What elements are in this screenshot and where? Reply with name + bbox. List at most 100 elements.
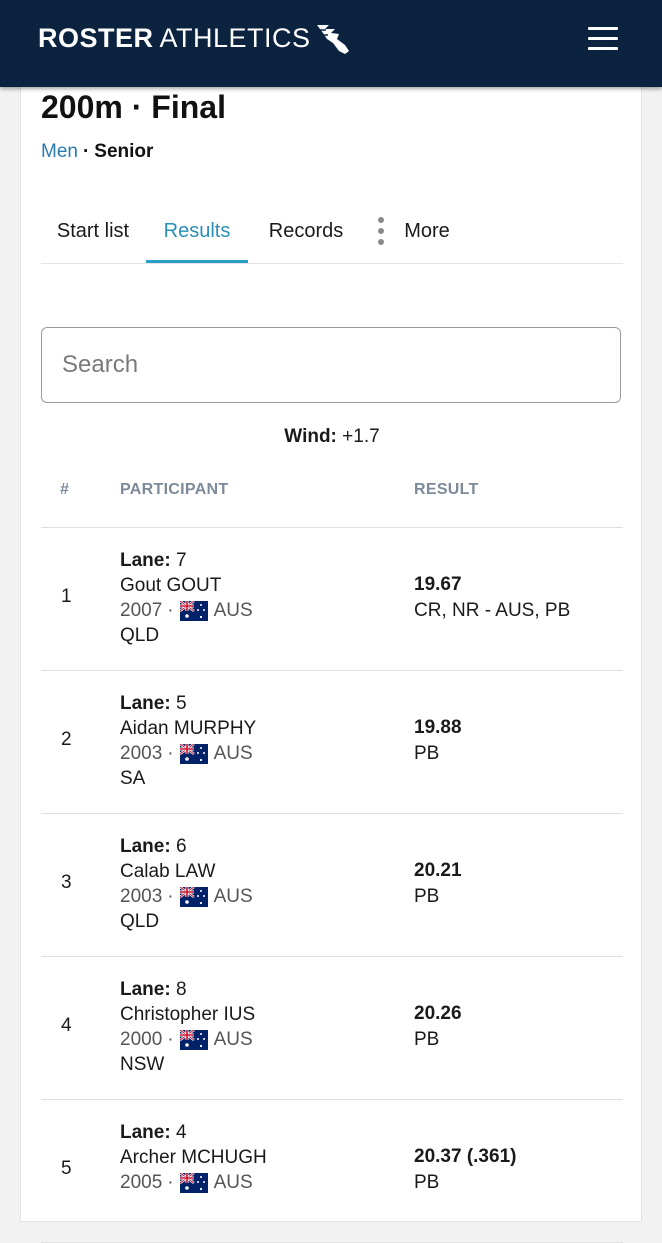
- athlete-meta: 2005 · AUS: [120, 1170, 267, 1195]
- athlete-state: SA: [120, 768, 146, 789]
- results-table-header: # PARTICIPANT RESULT: [41, 461, 623, 528]
- country-code: AUS: [213, 1172, 253, 1193]
- participant-cell: Lane: 6 Calab LAW 2003 · AUS QLD: [120, 834, 253, 934]
- athlete-name[interactable]: Gout GOUT: [120, 573, 253, 598]
- meta-separator: ·: [167, 600, 174, 621]
- meta-separator: ·: [167, 1172, 174, 1193]
- hamburger-menu-icon[interactable]: [586, 24, 622, 54]
- rank-number: 2: [61, 729, 72, 750]
- wind-label: Wind:: [284, 426, 337, 447]
- lane-info: Lane: 6: [120, 834, 253, 859]
- rank-number: 1: [61, 586, 72, 607]
- table-row[interactable]: 3 Lane: 6 Calab LAW 2003 · AUS QLD 20.21…: [41, 814, 623, 957]
- column-header-rank: #: [60, 481, 70, 498]
- meta-separator: ·: [167, 886, 174, 907]
- event-tabs: Start list Results Records More: [41, 203, 623, 264]
- results-card: 200m · Final Men · Senior Start list Resul…: [20, 60, 642, 1243]
- lane-label: Lane:: [120, 979, 171, 1000]
- lane-number: 4: [175, 1122, 187, 1143]
- lane-label: Lane:: [120, 836, 171, 857]
- athlete-meta: 2003 · AUS: [120, 884, 253, 909]
- result-time: 19.67: [414, 574, 462, 595]
- participant-cell: Lane: 8 Christopher IUS 2000 · AUS NSW: [120, 977, 255, 1077]
- australia-flag-icon: [179, 886, 208, 907]
- lane-label: Lane:: [120, 1122, 171, 1143]
- birth-year: 2003: [120, 886, 163, 907]
- search-input[interactable]: [41, 327, 621, 403]
- brand-name-light: ATHLETICS: [159, 22, 311, 53]
- country-code: AUS: [213, 743, 253, 764]
- country-code: AUS: [213, 1029, 253, 1050]
- tab-start-list[interactable]: Start list: [41, 203, 145, 261]
- participant-cell: Lane: 4 Archer MCHUGH 2005 · AUS: [120, 1120, 267, 1195]
- athlete-name[interactable]: Calab LAW: [120, 859, 253, 884]
- tab-more[interactable]: More: [397, 203, 457, 261]
- event-subtitle: Men · Senior: [41, 141, 153, 163]
- athlete-name[interactable]: Aidan MURPHY: [120, 716, 256, 741]
- table-row[interactable]: 2 Lane: 5 Aidan MURPHY 2003 · AUS SA 19.…: [41, 671, 623, 814]
- lane-info: Lane: 8: [120, 977, 255, 1002]
- result-notes: PB: [414, 886, 440, 907]
- country-code: AUS: [213, 600, 253, 621]
- meta-separator: ·: [167, 743, 174, 764]
- rank-number: 4: [61, 1015, 72, 1036]
- athlete-state: QLD: [120, 625, 160, 646]
- country-code: AUS: [213, 886, 253, 907]
- lane-info: Lane: 5: [120, 691, 256, 716]
- column-header-participant: PARTICIPANT: [120, 481, 229, 498]
- lane-label: Lane:: [120, 550, 171, 571]
- athlete-meta: 2007 · AUS: [120, 598, 253, 623]
- lane-number: 7: [175, 550, 187, 571]
- top-navigation-bar: ROSTER ATHLETICS: [0, 0, 662, 87]
- gender-link[interactable]: Men: [41, 141, 78, 162]
- brand-name-bold: ROSTER: [38, 22, 154, 53]
- athlete-state: QLD: [120, 911, 160, 932]
- birth-year: 2005: [120, 1172, 163, 1193]
- wind-value: +1.7: [342, 426, 380, 447]
- result-cell: 20.21 PB: [414, 858, 462, 910]
- result-cell: 19.67 CR, NR - AUS, PB: [414, 572, 570, 624]
- page-title: 200m · Final: [41, 89, 226, 125]
- result-cell: 19.88 PB: [414, 715, 462, 767]
- lane-number: 8: [175, 979, 187, 1000]
- result-notes: CR, NR - AUS, PB: [414, 600, 571, 621]
- lane-number: 5: [175, 693, 187, 714]
- result-notes: PB: [414, 1172, 440, 1193]
- birth-year: 2000: [120, 1029, 163, 1050]
- lane-info: Lane: 4: [120, 1120, 267, 1145]
- athlete-name[interactable]: Christopher IUS: [120, 1002, 255, 1027]
- lane-label: Lane:: [120, 693, 171, 714]
- athlete-state: NSW: [120, 1054, 165, 1075]
- australia-flag-icon: [179, 743, 208, 764]
- birth-year: 2007: [120, 600, 163, 621]
- result-notes: PB: [414, 743, 440, 764]
- athlete-name[interactable]: Archer MCHUGH: [120, 1145, 267, 1170]
- result-time: 20.26: [414, 1003, 462, 1024]
- age-category: Senior: [94, 141, 154, 162]
- lane-number: 6: [175, 836, 187, 857]
- table-row[interactable]: 4 Lane: 8 Christopher IUS 2000 · AUS NSW…: [41, 957, 623, 1100]
- brand-logo[interactable]: ROSTER ATHLETICS: [38, 20, 351, 56]
- tab-results[interactable]: Results: [146, 203, 248, 263]
- athlete-meta: 2000 · AUS: [120, 1027, 255, 1052]
- birth-year: 2003: [120, 743, 163, 764]
- winged-shoe-icon: [316, 25, 349, 54]
- australia-flag-icon: [179, 1029, 208, 1050]
- lane-info: Lane: 7: [120, 548, 253, 573]
- participant-cell: Lane: 5 Aidan MURPHY 2003 · AUS SA: [120, 691, 256, 791]
- result-notes: PB: [414, 1029, 440, 1050]
- australia-flag-icon: [179, 600, 208, 621]
- athlete-meta: 2003 · AUS: [120, 741, 256, 766]
- result-cell: 20.37 (.361) PB: [414, 1144, 516, 1196]
- participant-cell: Lane: 7 Gout GOUT 2007 · AUS QLD: [120, 548, 253, 648]
- table-row[interactable]: 1 Lane: 7 Gout GOUT 2007 · AUS QLD 19.67…: [41, 528, 623, 671]
- column-header-result: RESULT: [414, 481, 479, 498]
- rank-number: 5: [61, 1158, 72, 1179]
- meta-separator: ·: [167, 1029, 174, 1050]
- table-row[interactable]: 5 Lane: 4 Archer MCHUGH 2005 · AUS 20.37…: [41, 1100, 623, 1243]
- tab-records[interactable]: Records: [251, 203, 361, 261]
- wind-reading: Wind: +1.7: [41, 426, 623, 448]
- vertical-dots-icon[interactable]: [377, 217, 385, 245]
- result-time: 20.21: [414, 860, 462, 881]
- result-time: 19.88: [414, 717, 462, 738]
